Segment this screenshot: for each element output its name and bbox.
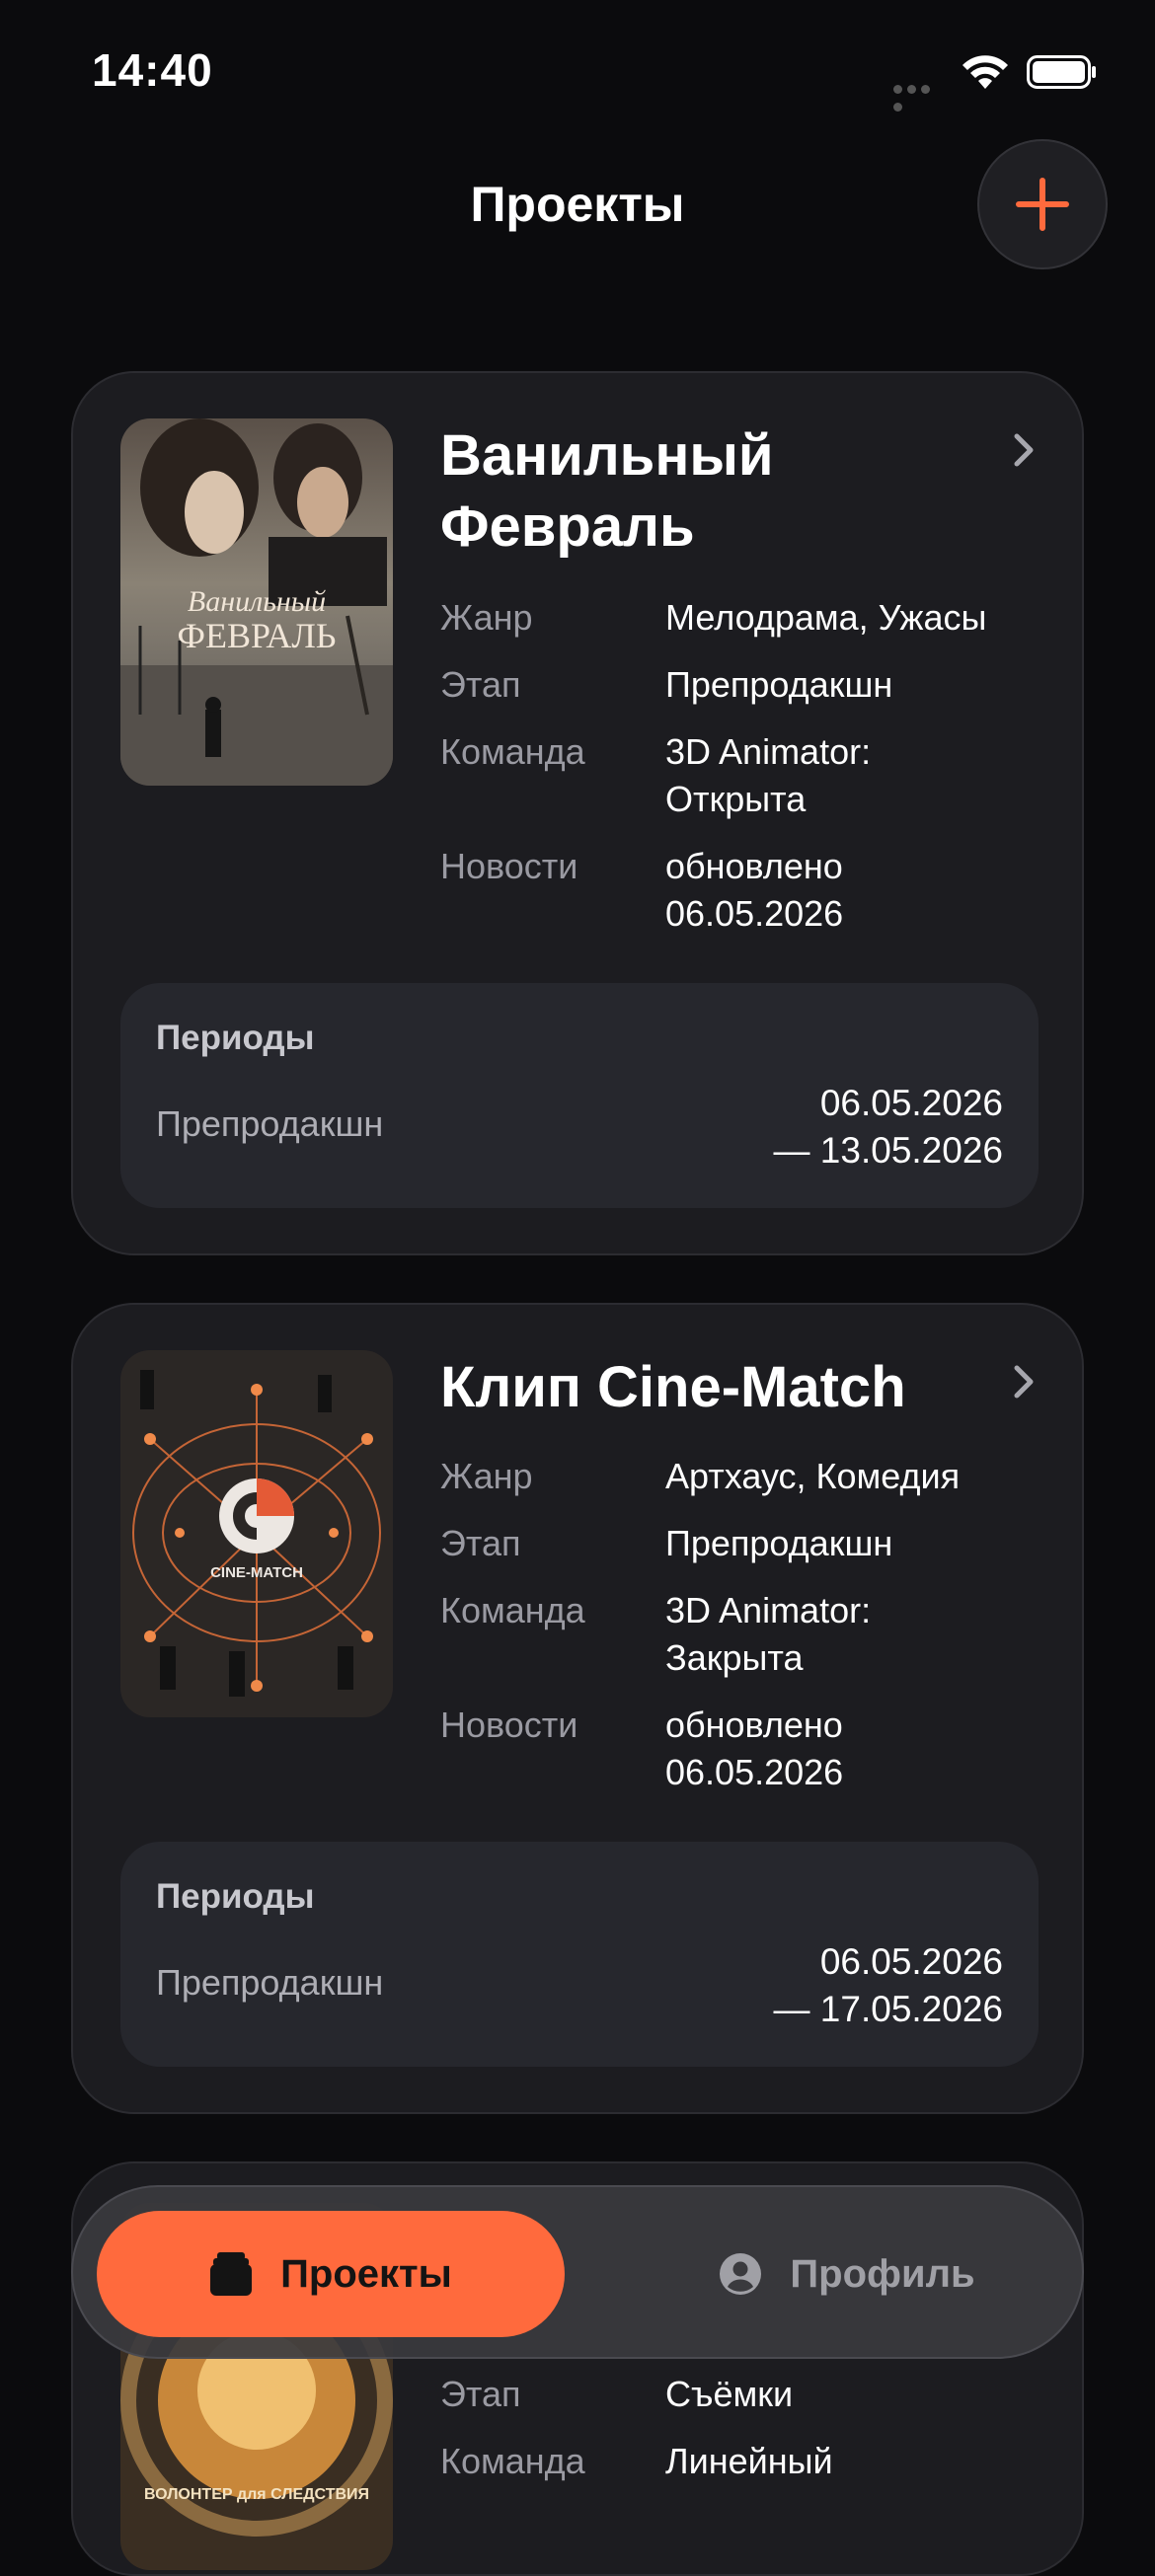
- periods-title: Периоды: [156, 1019, 315, 1057]
- project-info: Жанр Мелодрама, Ужасы Этап Препродакшн Ком…: [440, 594, 1052, 957]
- genre-label: Жанр: [440, 1456, 533, 1496]
- team-label: Команда: [440, 731, 585, 772]
- period-start: 06.05.2026: [819, 1941, 1003, 1982]
- period-name: Препродакшн: [156, 1103, 384, 1144]
- stage-value: Съёмки: [665, 2374, 794, 2414]
- project-card[interactable]: CINE-MATCH Клип Cine-Match Жанр Артхаус, …: [71, 1303, 1084, 2114]
- stage-label: Этап: [440, 2374, 521, 2414]
- tab-projects-label: Проекты: [280, 2251, 452, 2296]
- period-end: — 17.05.2026: [773, 1989, 1003, 2029]
- wifi-icon: [962, 55, 1008, 89]
- chevron-right-icon[interactable]: [1009, 430, 1039, 470]
- poster-title-line1: Ванильный: [188, 585, 326, 618]
- team-label: Команда: [440, 1590, 585, 1630]
- period-name: Препродакшн: [156, 1962, 384, 2003]
- stage-label: Этап: [440, 1523, 521, 1563]
- battery-icon: [1027, 55, 1096, 89]
- project-info: Этап Съёмки Команда Линейный: [440, 2371, 1052, 2505]
- tab-projects[interactable]: Проекты: [97, 2211, 565, 2337]
- signal-icon: [893, 81, 947, 112]
- team-value: Линейный: [665, 2441, 833, 2481]
- genre-value: Мелодрама, Ужасы: [665, 597, 987, 638]
- team-value: 3D Animator: Закрыта: [665, 1590, 872, 1678]
- stage-value: Препродакшн: [665, 1523, 893, 1563]
- genre-value: Артхаус, Комедия: [665, 1456, 961, 1496]
- tab-profile-label: Профиль: [790, 2251, 975, 2296]
- status-bar: 14:40: [0, 0, 1155, 148]
- team-value: 3D Animator: Открыта: [665, 731, 872, 819]
- person-circle-icon: [720, 2253, 762, 2295]
- stage-value: Препродакшн: [665, 664, 893, 705]
- poster-title-line2: ФЕВРАЛЬ: [178, 616, 337, 655]
- news-value: обновлено 06.05.2026: [665, 1705, 844, 1792]
- periods-panel: Периоды Препродакшн 06.05.2026 — 13.05.2…: [120, 983, 1039, 1208]
- genre-label: Жанр: [440, 597, 533, 638]
- news-label: Новости: [440, 1705, 578, 1745]
- news-value: обновлено 06.05.2026: [665, 846, 844, 934]
- add-project-button[interactable]: [977, 139, 1108, 269]
- period-end: — 13.05.2026: [773, 1130, 1003, 1171]
- plus-icon: [1016, 178, 1069, 231]
- project-info: Жанр Артхаус, Комедия Этап Препродакшн Ком…: [440, 1453, 1052, 1816]
- stage-label: Этап: [440, 664, 521, 705]
- news-label: Новости: [440, 846, 578, 886]
- project-poster: CINE-MATCH: [120, 1350, 393, 1717]
- period-dates: 06.05.2026 — 17.05.2026: [774, 1938, 1003, 2033]
- folder-icon: [210, 2252, 253, 2296]
- project-poster: Ванильный ФЕВРАЛЬ: [120, 418, 393, 786]
- project-title[interactable]: Ванильный Февраль: [440, 420, 993, 563]
- period-dates: 06.05.2026 — 13.05.2026: [774, 1080, 1003, 1174]
- period-start: 06.05.2026: [819, 1083, 1003, 1123]
- poster-title-text: ВОЛОНТЕР для СЛЕДСТВИЯ: [144, 2486, 369, 2503]
- project-card[interactable]: Ванильный ФЕВРАЛЬ Ванильный Февраль Жанр…: [71, 371, 1084, 1255]
- periods-panel: Периоды Препродакшн 06.05.2026 — 17.05.2…: [120, 1842, 1039, 2067]
- team-label: Команда: [440, 2441, 585, 2481]
- project-title[interactable]: Клип Cine-Match: [440, 1352, 993, 1423]
- poster-logo-text: CINE-MATCH: [210, 1564, 303, 1581]
- tab-bar: Проекты Профиль: [71, 2185, 1084, 2359]
- periods-title: Периоды: [156, 1877, 315, 1916]
- status-time: 14:40: [92, 44, 213, 96]
- chevron-right-icon[interactable]: [1009, 1362, 1039, 1402]
- tab-profile[interactable]: Профиль: [632, 2211, 1062, 2337]
